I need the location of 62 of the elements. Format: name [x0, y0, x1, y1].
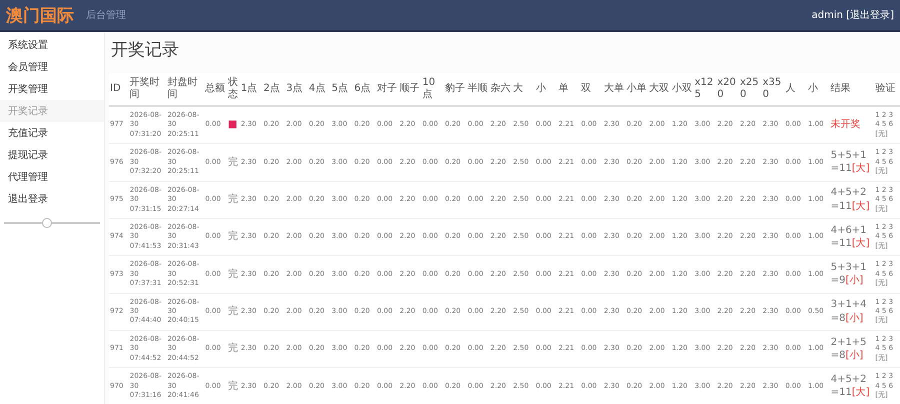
result-cell: 3+1+4=8[小]	[830, 293, 874, 330]
page-title: 开奖记录	[111, 39, 180, 61]
status-cell: 完	[226, 368, 240, 404]
result-cell: 4+5+2=11[大]	[830, 368, 874, 404]
column-header: 人	[784, 73, 808, 106]
slider-thumb[interactable]	[42, 218, 52, 228]
column-header: x200	[716, 73, 739, 106]
result-cell: 5+3+1=9[小]	[830, 256, 874, 294]
column-header: 结果	[830, 73, 874, 106]
sidebar-item[interactable]: 会员管理	[0, 56, 104, 78]
status-cell: 完	[226, 330, 240, 368]
result-cell: 2+1+5=8[小]	[830, 330, 874, 368]
column-header: 6点	[353, 73, 376, 106]
column-header: 开奖时间	[128, 73, 166, 106]
column-header: 1点	[240, 73, 263, 106]
column-header: ID	[109, 73, 129, 106]
column-header: x250	[738, 73, 762, 106]
column-header: x350	[762, 73, 784, 106]
column-header: 双	[580, 73, 603, 106]
column-header: 大	[512, 73, 535, 106]
sidebar-item[interactable]: 代理管理	[0, 166, 104, 188]
result-cell: 5+5+1=11[大]	[830, 144, 874, 182]
column-header: 小	[807, 73, 830, 106]
column-header: 5点	[330, 73, 354, 106]
column-header: 小双	[670, 73, 694, 106]
column-header: 豹子	[444, 73, 467, 106]
column-header: 对子	[376, 73, 399, 106]
column-header: 4点	[308, 73, 331, 106]
column-header: 单	[557, 73, 580, 106]
column-header: 3点	[285, 73, 308, 106]
status-cell: 完	[226, 144, 240, 182]
sidebar-item[interactable]: 提现记录	[0, 144, 104, 166]
user-link[interactable]: admin [退出登录]	[812, 8, 894, 22]
column-header: 验证	[874, 73, 900, 106]
sidebar-item[interactable]: 系统设置	[0, 34, 104, 56]
slider[interactable]	[4, 218, 100, 228]
column-header: 10点	[421, 73, 444, 106]
column-header: 顺子	[398, 73, 422, 106]
column-header: 小	[534, 73, 558, 106]
result-cell: 未开奖	[830, 106, 874, 144]
sidebar-item[interactable]: 开奖管理	[0, 78, 104, 100]
column-header: 封盘时间	[166, 73, 204, 106]
result-cell: 4+6+1=11[大]	[830, 218, 874, 256]
column-header: 2点	[262, 73, 286, 106]
subtitle: 后台管理	[86, 8, 126, 22]
status-cell: 完	[226, 181, 240, 218]
result-cell: 4+5+2=11[大]	[830, 181, 874, 218]
sidebar-item[interactable]: 充值记录	[0, 122, 104, 144]
column-header: 杂六	[489, 73, 512, 106]
status-cell: ■	[226, 106, 240, 144]
column-header: 大双	[648, 73, 671, 106]
sidebar-item[interactable]: 退出登录	[0, 188, 104, 210]
column-header: 小单	[626, 73, 648, 106]
status-cell: 完	[226, 256, 240, 294]
column-header: 状态	[226, 73, 240, 106]
column-header: 大单	[602, 73, 626, 106]
column-header: 总额	[204, 73, 227, 106]
logo[interactable]: 澳门国际	[6, 4, 74, 26]
column-header: x125	[694, 73, 716, 106]
status-cell: 完	[226, 293, 240, 330]
column-header: 半顺	[466, 73, 490, 106]
status-cell: 完	[226, 218, 240, 256]
